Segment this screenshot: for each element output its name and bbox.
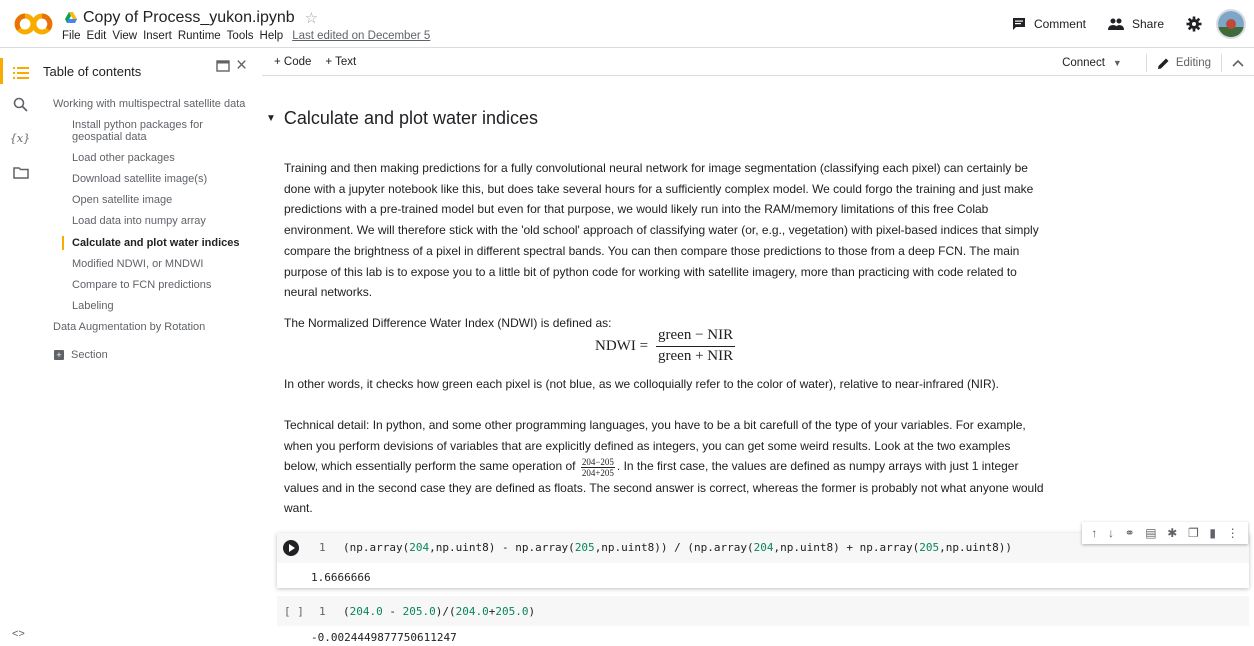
menu-runtime[interactable]: Runtime [178,30,221,42]
menu-help[interactable]: Help [260,30,284,42]
code-line[interactable]: (204.0 - 205.0)/(204.0+205.0) [343,605,535,618]
cell-output: -0.0024449877750611247 [311,631,457,644]
chevron-down-icon[interactable]: ▼ [1113,58,1122,68]
menu-edit[interactable]: Edit [87,30,107,42]
comment-button[interactable]: Comment [1012,17,1086,31]
text-paragraph: Technical detail: In python, and some ot… [284,415,1044,519]
chevron-up-icon[interactable] [1232,58,1244,68]
rail-active-indicator [0,58,3,84]
menu-insert[interactable]: Insert [143,30,172,42]
mirror-cell-icon[interactable]: ❐ [1188,526,1199,540]
add-code-button[interactable]: + Code [274,56,311,68]
delete-icon[interactable]: ▮ [1209,526,1216,540]
toc-item[interactable]: Compare to FCN predictions [72,279,252,291]
gear-icon[interactable]: ✱ [1167,526,1177,540]
toc-item[interactable]: Labeling [72,300,252,312]
toc-item[interactable]: Download satellite image(s) [72,173,252,185]
add-section-button[interactable]: + Section [54,349,108,361]
last-edited-link[interactable]: Last edited on December 5 [292,30,430,42]
table-of-contents-panel: Table of contents × Working with multisp… [40,48,262,646]
divider [1145,54,1147,72]
toc-active-indicator [62,236,64,250]
menu-tools[interactable]: Tools [227,30,254,42]
page-title: Calculate and plot water indices [283,108,539,128]
avatar-image [1218,11,1244,37]
formula-lhs: NDWI = [595,337,649,354]
move-down-icon[interactable]: ↓ [1108,526,1114,540]
app-header: Copy of Process_yukon.ipynb ☆ File Edit … [0,0,1254,48]
run-cell-button[interactable]: [ ] [284,605,304,618]
formula-fraction: green − NIR green + NIR [656,327,736,365]
gear-icon[interactable] [1186,16,1202,32]
comment-icon[interactable]: ▤ [1145,526,1156,540]
open-in-window-icon[interactable] [216,60,230,72]
share-label: Share [1131,17,1164,31]
add-text-button[interactable]: + Text [325,56,356,68]
toc-item[interactable]: Working with multispectral satellite dat… [53,98,245,110]
folder-icon[interactable] [12,164,30,182]
toc-title: Table of contents [43,64,142,79]
search-icon[interactable] [12,96,30,114]
code-line[interactable]: (np.array(204,np.uint8) - np.array(205,n… [343,541,1012,554]
avatar[interactable] [1216,9,1246,39]
pencil-icon [1157,58,1169,69]
inline-fraction: 204−205 204+205 [580,456,615,478]
people-icon [1107,18,1124,30]
collapse-triangle-icon[interactable]: ▼ [266,113,276,124]
inline-denominator: 204+205 [581,467,614,478]
move-up-icon[interactable]: ↑ [1091,526,1097,540]
drive-icon[interactable] [64,11,78,25]
colab-logo[interactable] [14,10,54,38]
share-button[interactable]: Share [1107,17,1164,31]
ndwi-formula: NDWI = green − NIR green + NIR [595,327,736,365]
toc-item[interactable]: Load data into numpy array [72,215,252,227]
toc-item[interactable]: Open satellite image [72,194,252,206]
close-icon[interactable]: × [236,56,247,75]
cell-output: 1.6666666 [311,571,371,584]
plus-icon: + [54,350,64,360]
more-options-icon[interactable]: ⋮ [1227,526,1239,540]
link-icon[interactable]: ⚭ [1125,526,1135,540]
cell-toolbar: ↑ ↓ ⚭ ▤ ✱ ❐ ▮ ⋮ [1082,522,1248,544]
notebook-content: ▼ Calculate and plot water indices Train… [262,77,1254,646]
section-heading[interactable]: ▼ Calculate and plot water indices [266,108,538,129]
formula-numerator: green − NIR [656,327,736,347]
notebook-toolbar: + Code + Text Connect ▼ Editing [262,48,1254,76]
notebook-title[interactable]: Copy of Process_yukon.ipynb [83,9,295,27]
text-paragraph: In other words, it checks how green each… [284,377,999,391]
toc-item-active[interactable]: Calculate and plot water indices [72,237,252,249]
line-number: 1 [319,541,326,554]
run-cell-button[interactable] [283,540,299,556]
connect-button[interactable]: Connect [1062,57,1105,69]
line-number: 1 [319,605,326,618]
toc-item[interactable]: Load other packages [72,152,252,164]
text-paragraph: Training and then making predictions for… [284,161,1039,300]
divider [1221,54,1222,72]
comment-label: Comment [1033,17,1086,31]
section-label: Section [71,349,108,361]
menu-view[interactable]: View [112,30,137,42]
menu-file[interactable]: File [62,30,81,42]
formula-denominator: green + NIR [658,348,734,364]
editing-label: Editing [1175,57,1211,69]
variables-icon[interactable]: {x} [7,132,33,150]
side-rail: {x} [0,48,40,646]
toc-icon[interactable] [12,64,30,82]
toc-item[interactable]: Modified NDWI, or MNDWI [72,258,252,270]
toc-item[interactable]: Data Augmentation by Rotation [53,321,205,333]
inline-numerator: 204−205 [580,456,615,468]
editing-mode-button[interactable]: Editing [1157,57,1211,70]
menu-bar: File Edit View Insert Runtime Tools Help… [62,30,436,42]
toc-item[interactable]: Install python packages for geospatial d… [72,119,252,143]
star-icon[interactable]: ☆ [305,9,318,27]
comment-icon [1012,18,1025,30]
code-snippets-icon[interactable]: <> [12,628,25,640]
